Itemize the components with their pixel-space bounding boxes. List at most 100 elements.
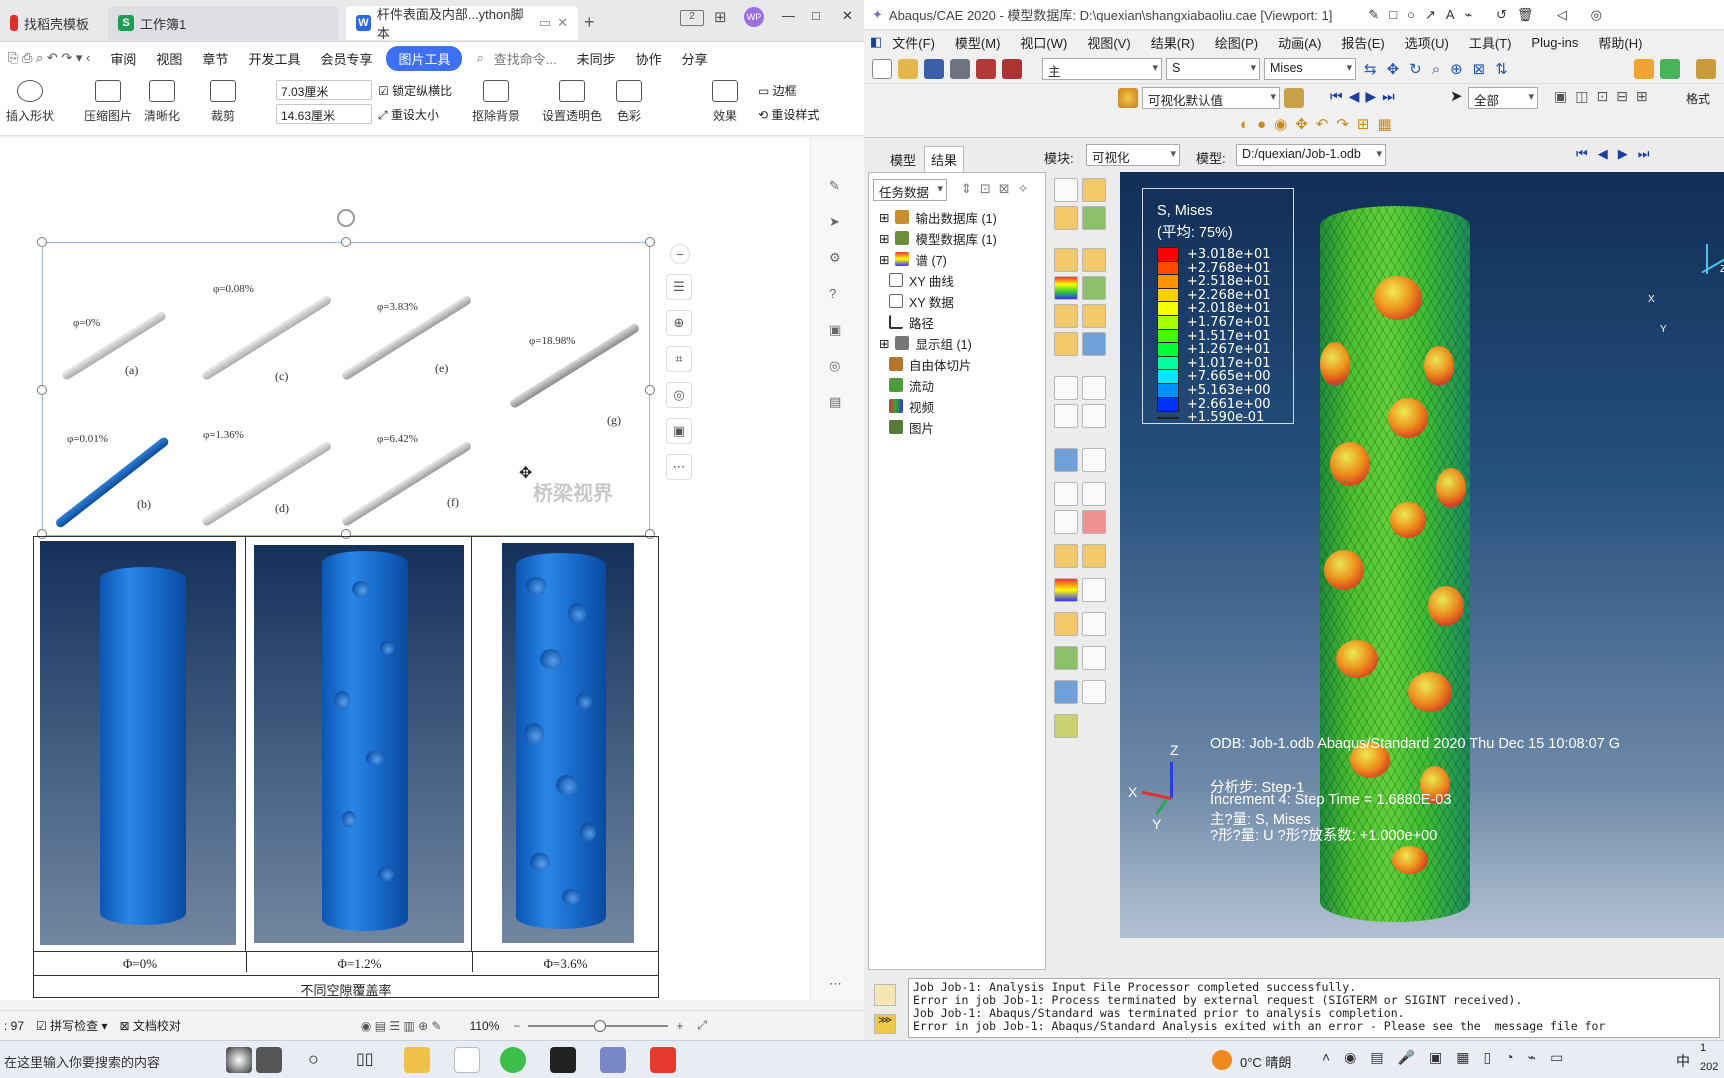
menu-help[interactable]: 帮助(H)	[1588, 33, 1652, 52]
spellcheck-button[interactable]: ☑ 拼写检查 ▾	[36, 1017, 107, 1034]
tool-icon[interactable]	[1082, 332, 1106, 356]
compress-button[interactable]: 压缩图片	[84, 80, 132, 124]
ime-indicator[interactable]: 中	[1676, 1051, 1690, 1071]
share-button[interactable]: 分享	[672, 49, 718, 68]
menu-review[interactable]: 审阅	[100, 49, 146, 68]
style-combo[interactable]: 可视化默认值	[1142, 87, 1280, 109]
render-style-icon[interactable]	[1284, 88, 1304, 108]
width-input[interactable]: 7.03厘米	[276, 80, 372, 100]
menu-viewport[interactable]: 视口(W)	[1010, 33, 1077, 52]
display-icon[interactable]	[1660, 59, 1680, 79]
menu-report[interactable]: 报告(E)	[1331, 33, 1394, 52]
contour-icon[interactable]	[1054, 276, 1078, 300]
layout-options-icon[interactable]: ☰	[666, 274, 692, 300]
palette-icon[interactable]	[1118, 88, 1138, 108]
border-button[interactable]: ▭ 边框	[758, 82, 797, 99]
terminal-icon[interactable]	[550, 1047, 576, 1073]
soccer-icon[interactable]	[226, 1047, 252, 1073]
resize-handle[interactable]	[37, 237, 47, 247]
crop-icon[interactable]: ⌗	[666, 346, 692, 372]
extract-icon[interactable]: ▣	[666, 418, 692, 444]
zoom-in-icon[interactable]: +	[676, 1019, 683, 1033]
crop-button[interactable]: 裁剪	[210, 80, 236, 124]
layout-icon[interactable]: 2	[680, 10, 704, 26]
height-input[interactable]: 14.63厘米	[276, 104, 372, 124]
view-mode-icons[interactable]: ◉ ▤ ☰ ▥ ⊕ ✎	[361, 1019, 442, 1033]
rotate-handle-icon[interactable]	[337, 209, 355, 227]
cortana-icon[interactable]: ○	[308, 1049, 319, 1070]
menu-view[interactable]: 视图(V)	[1077, 33, 1140, 52]
tool-icon[interactable]	[1054, 680, 1078, 704]
tab-template[interactable]: 找稻壳模板	[0, 6, 100, 40]
settings-icon[interactable]: ⚙	[829, 250, 841, 266]
tool-icon[interactable]	[1082, 544, 1106, 568]
tool-icon[interactable]	[1082, 510, 1106, 534]
module-combo[interactable]: 可视化	[1086, 144, 1180, 166]
save-icon[interactable]	[924, 59, 944, 79]
zoom-slider[interactable]	[528, 1019, 669, 1032]
zoom-out-icon[interactable]: −	[513, 1019, 520, 1033]
notepad-icon[interactable]	[454, 1047, 480, 1073]
frame-controls[interactable]: ⏮◀▶⏭	[1576, 146, 1659, 162]
open-icon[interactable]	[898, 59, 918, 79]
tree-item-path[interactable]: 路径	[889, 312, 934, 332]
selected-image[interactable]: φ=0% φ=0.08% φ=3.83% φ=18.98% φ=0.01% φ=…	[37, 209, 655, 539]
tool-icon[interactable]	[1082, 304, 1106, 328]
wechat-icon[interactable]	[500, 1047, 526, 1073]
tree-item-xy-data[interactable]: XY 数据	[889, 291, 954, 311]
tray-icons[interactable]: ˄◉▤🎤▣▦▯◔⌁▭	[1322, 1049, 1577, 1066]
fullscreen-icon[interactable]: ⤢	[697, 1018, 707, 1033]
shoe-icon[interactable]	[256, 1047, 282, 1073]
remove-bg-button[interactable]: 抠除背景	[472, 80, 520, 124]
abaqus-taskbar-icon[interactable]	[600, 1047, 626, 1073]
tool-icon[interactable]	[1054, 578, 1078, 602]
color-button[interactable]: 色彩	[616, 80, 642, 124]
minimize-icon[interactable]: —	[782, 8, 795, 23]
sync-status[interactable]: 未同步	[567, 49, 626, 68]
tab-model[interactable]: 模型	[890, 150, 916, 169]
wps-taskbar-icon[interactable]	[650, 1047, 676, 1073]
document-canvas[interactable]: φ=0% φ=0.08% φ=3.83% φ=18.98% φ=0.01% φ=…	[0, 138, 810, 1000]
menu-chapter[interactable]: 章节	[192, 49, 238, 68]
tool-icon[interactable]	[1054, 376, 1078, 400]
collapse-icon[interactable]: −	[670, 244, 690, 264]
clock-date[interactable]: 202	[1700, 1061, 1718, 1073]
tool-icon[interactable]	[1082, 448, 1106, 472]
avatar[interactable]: WP	[744, 7, 764, 27]
new-tab-icon[interactable]: +	[584, 12, 595, 33]
tool-icon[interactable]	[1054, 304, 1078, 328]
zoom-thumb[interactable]	[594, 1019, 607, 1032]
lock-ratio-checkbox[interactable]: ☑ 锁定纵横比	[378, 82, 452, 99]
file-explorer-icon[interactable]	[404, 1047, 430, 1073]
tree-item-xy-curve[interactable]: XY 曲线	[889, 270, 954, 290]
new-icon[interactable]	[872, 59, 892, 79]
tool-icon[interactable]	[1082, 680, 1106, 704]
select-cursor-icon[interactable]: ➤	[1450, 87, 1463, 105]
tab-document[interactable]: W 杆件表面及内部...ython脚本 ▭ ✕	[346, 6, 578, 41]
command-search[interactable]: 查找命令...	[494, 49, 567, 68]
tab-close-icon[interactable]: ✕	[557, 15, 568, 31]
tool-icon[interactable]	[1082, 404, 1106, 428]
app-menu-icon[interactable]: ◧	[870, 34, 882, 50]
edit-icon[interactable]: ✎	[829, 178, 840, 194]
tab-workbook[interactable]: S 工作簿1	[108, 6, 338, 40]
menu-member[interactable]: 会员专享	[310, 49, 382, 68]
animation-controls[interactable]: ⏮◀▶⏭	[1330, 88, 1401, 105]
menu-model[interactable]: 模型(M)	[945, 33, 1011, 52]
tool-icon[interactable]	[1054, 248, 1078, 272]
grid-icon[interactable]: ⊞	[714, 8, 727, 26]
effect-button[interactable]: 效果	[712, 80, 738, 124]
collaborate-button[interactable]: 协作	[626, 49, 672, 68]
tool-icon[interactable]	[1082, 578, 1106, 602]
light-icon[interactable]	[1634, 59, 1654, 79]
tree-item-stream[interactable]: 流动	[889, 375, 934, 395]
idea-icon[interactable]: ◎	[666, 382, 692, 408]
menu-plugins[interactable]: Plug-ins	[1521, 35, 1588, 50]
tool-icon[interactable]	[1082, 248, 1106, 272]
resize-handle[interactable]	[341, 237, 351, 247]
tool-icon[interactable]	[1082, 482, 1106, 506]
menu-animate[interactable]: 动画(A)	[1268, 33, 1331, 52]
tool-icon[interactable]	[1054, 206, 1078, 230]
tree-tools[interactable]: ⇕⊡⊠✧	[961, 181, 1037, 197]
selection-tools[interactable]: ▣◫⊡⊟⊞	[1554, 88, 1656, 105]
